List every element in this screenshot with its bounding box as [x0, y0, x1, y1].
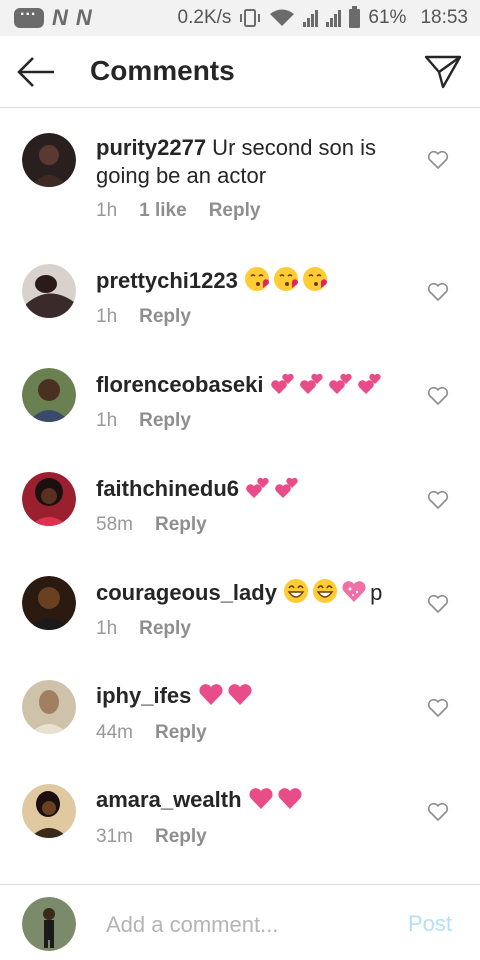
- signal-icon: [326, 9, 342, 27]
- comment-time: 1h: [96, 200, 118, 221]
- comment-username[interactable]: purity2277: [96, 135, 206, 160]
- kissing-face-emoji: [244, 266, 270, 299]
- reply-button[interactable]: Reply: [155, 514, 207, 536]
- wifi-icon: [270, 9, 295, 26]
- comment-meta: 1h Reply: [96, 306, 191, 328]
- comment-text: purity2277 Ur second son is going be an …: [96, 134, 406, 190]
- post-button[interactable]: Post: [408, 911, 452, 937]
- comment-username[interactable]: iphy_ifes: [96, 683, 191, 708]
- kissing-face-emoji: [302, 266, 328, 299]
- comment-username[interactable]: amara_wealth: [96, 787, 242, 812]
- comment-meta: 1h 1 like Reply: [96, 200, 260, 222]
- arrow-left-icon[interactable]: [16, 56, 56, 88]
- battery-icon: [349, 5, 361, 28]
- comment-time: 1h: [96, 410, 118, 431]
- comment-text: faithchinedu6: [96, 474, 406, 507]
- clock: 18:53: [420, 7, 468, 28]
- reply-button[interactable]: Reply: [209, 200, 261, 222]
- avatar[interactable]: [22, 264, 76, 318]
- comment-time: 44m: [96, 722, 133, 743]
- reply-button[interactable]: Reply: [139, 306, 191, 328]
- comment-time: 1h: [96, 306, 118, 327]
- battery-level: 61%: [368, 7, 407, 28]
- two-hearts-emoji: [274, 474, 300, 507]
- heart-outline-icon[interactable]: [427, 150, 449, 170]
- kissing-face-emoji: [273, 266, 299, 299]
- like-count[interactable]: 1 like: [139, 200, 187, 222]
- reply-button[interactable]: Reply: [139, 410, 191, 432]
- reply-button[interactable]: Reply: [155, 826, 207, 848]
- heart-outline-icon[interactable]: [427, 386, 449, 406]
- comment-meta: 44m Reply: [96, 722, 207, 744]
- comment-time: 1h: [96, 618, 118, 639]
- avatar[interactable]: [22, 576, 76, 630]
- two-hearts-emoji: [328, 370, 354, 403]
- sparkling-heart-emoji: [341, 578, 367, 611]
- heart-emoji: [198, 683, 224, 714]
- heart-outline-icon[interactable]: [427, 698, 449, 718]
- heart-emoji: [248, 787, 274, 818]
- comment-meta: 1h Reply: [96, 618, 191, 640]
- comment-time: 31m: [96, 826, 133, 847]
- comment-text: prettychi1223: [96, 266, 406, 299]
- heart-emoji: [277, 787, 303, 818]
- heart-outline-icon[interactable]: [427, 802, 449, 822]
- comment-username[interactable]: prettychi1223: [96, 268, 238, 293]
- two-hearts-emoji: [245, 474, 271, 507]
- chat-notification-icon: [14, 2, 44, 28]
- comment-meta: 31m Reply: [96, 826, 207, 848]
- grinning-face-emoji: [312, 578, 338, 611]
- heart-emoji: [227, 683, 253, 714]
- heart-outline-icon[interactable]: [427, 490, 449, 510]
- two-hearts-emoji: [357, 370, 383, 403]
- comment-suffix: p: [370, 580, 383, 605]
- comment-composer: Post: [0, 884, 480, 960]
- two-hearts-emoji: [270, 370, 296, 403]
- network-speed: 0.2K/s: [177, 7, 232, 28]
- avatar: [22, 897, 76, 951]
- comment-text: amara_wealth: [96, 786, 406, 818]
- avatar[interactable]: [22, 784, 76, 838]
- status-bar: N N 0.2K/s 61% 18:53: [0, 0, 480, 36]
- carrier-n-icon: N: [75, 5, 92, 30]
- carrier-n-icon: N: [52, 5, 68, 30]
- comment-username[interactable]: florenceobaseki: [96, 372, 264, 397]
- comment-username[interactable]: faithchinedu6: [96, 476, 239, 501]
- comment-text: courageous_lady p: [96, 578, 406, 611]
- avatar[interactable]: [22, 680, 76, 734]
- heart-outline-icon[interactable]: [427, 282, 449, 302]
- comment-meta: 1h Reply: [96, 410, 191, 432]
- signal-icon: [303, 9, 319, 27]
- comment-username[interactable]: courageous_lady: [96, 580, 277, 605]
- comment-meta: 58m Reply: [96, 514, 207, 536]
- avatar[interactable]: [22, 472, 76, 526]
- comment-input[interactable]: [106, 911, 366, 939]
- avatar[interactable]: [22, 133, 76, 187]
- grinning-face-emoji: [283, 578, 309, 611]
- comment-text: florenceobaseki: [96, 370, 406, 403]
- heart-outline-icon[interactable]: [427, 594, 449, 614]
- vibrate-icon: [240, 9, 261, 27]
- reply-button[interactable]: Reply: [155, 722, 207, 744]
- two-hearts-emoji: [299, 370, 325, 403]
- avatar[interactable]: [22, 368, 76, 422]
- page-title: Comments: [90, 55, 235, 86]
- comment-time: 58m: [96, 514, 133, 535]
- reply-button[interactable]: Reply: [139, 618, 191, 640]
- paper-plane-icon[interactable]: [424, 54, 462, 90]
- header: Comments: [0, 36, 480, 108]
- comment-text: iphy_ifes: [96, 682, 406, 714]
